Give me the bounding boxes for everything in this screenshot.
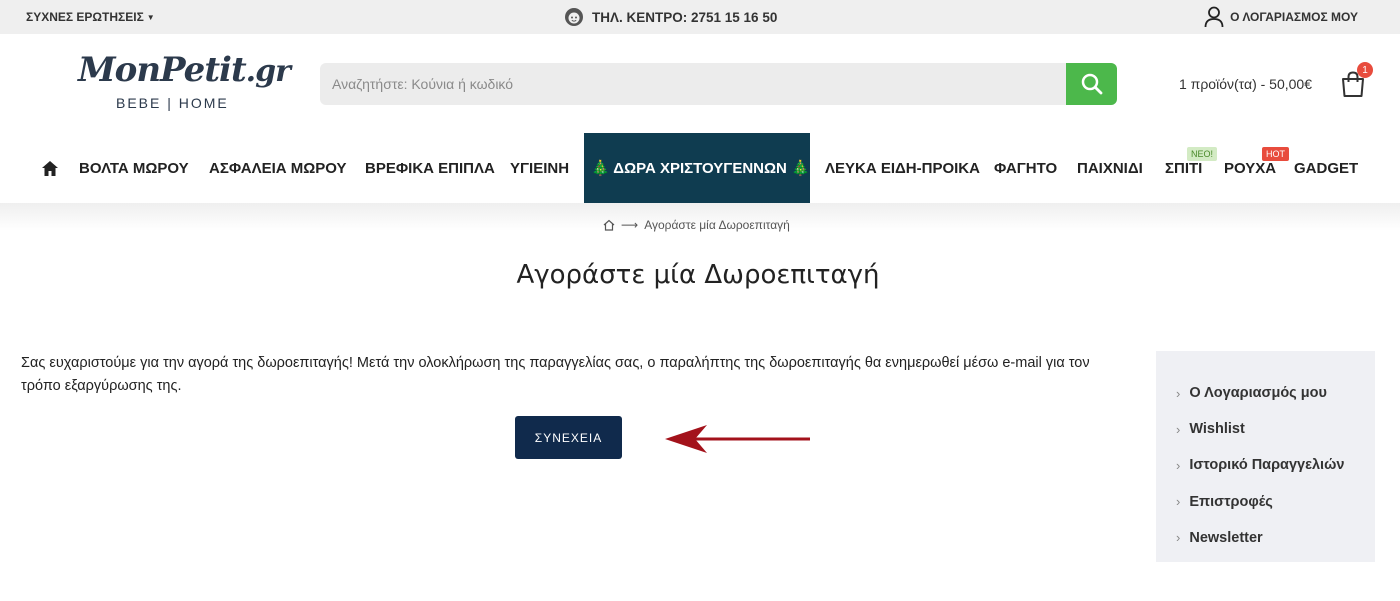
nav-item-linens[interactable]: ΛΕΥΚΑ ΕΙΔΗ-ΠΡΟΙΚΑ — [825, 133, 980, 203]
logo-wordmark: MonPetit.gr — [78, 50, 291, 90]
sidebar-item-label: Ο Λογαριασμός μου — [1189, 385, 1327, 402]
home-icon[interactable] — [603, 219, 615, 231]
phone-info: ΤΗΛ. ΚΕΝΤΡΟ: 2751 15 16 50 — [564, 7, 777, 27]
search-bar — [320, 63, 1117, 105]
nav-item-food[interactable]: ΦΑΓΗΤΟ — [994, 133, 1057, 203]
search-button[interactable] — [1066, 63, 1117, 105]
chevron-right-icon: › — [1176, 530, 1181, 546]
home-icon[interactable] — [41, 160, 59, 177]
nav-item-christmas-gifts[interactable]: 🎄 ΔΩΡΑ ΧΡΙΣΤΟΥΓΕΝΝΩΝ 🎄 — [584, 133, 810, 203]
breadcrumb-arrow-icon: ⟶ — [621, 218, 639, 232]
support-agent-icon — [565, 8, 583, 26]
sidebar-item-order-history[interactable]: › Ιστορικό Παραγγελιών — [1156, 447, 1375, 483]
breadcrumb: ⟶ Αγοράστε μία Δωροεπιταγή — [603, 218, 790, 232]
thank-you-message: Σας ευχαριστούμε για την αγορά της δωροε… — [21, 355, 1090, 394]
sidebar-item-label: Newsletter — [1189, 529, 1263, 546]
cart-count-badge: 1 — [1357, 62, 1373, 78]
nav-item-baby-safety[interactable]: ΑΣΦΑΛΕΙΑ ΜΩΡΟΥ — [209, 133, 347, 203]
sidebar-item-label: Επιστροφές — [1189, 493, 1273, 510]
chevron-right-icon: › — [1176, 421, 1181, 437]
account-label: Ο ΛΟΓΑΡΙΑΣΜΟΣ ΜΟΥ — [1230, 10, 1358, 24]
faq-dropdown[interactable]: ΣΥΧΝΕΣ ΕΡΩΤΗΣΕΙΣ ▼ — [26, 10, 155, 24]
nav-item-toys[interactable]: ΠΑΙΧΝΙΔΙ — [1077, 133, 1143, 203]
hot-badge: HOT — [1262, 147, 1289, 161]
search-icon — [1081, 73, 1102, 95]
sidebar-item-my-account[interactable]: › Ο Λογαριασμός μου — [1156, 375, 1375, 411]
chevron-right-icon: › — [1176, 385, 1181, 401]
annotation-arrow-icon — [665, 425, 810, 453]
nav-item-baby-furniture[interactable]: ΒΡΕΦΙΚΑ ΕΠΙΠΛΑ — [365, 133, 495, 203]
chevron-right-icon: › — [1176, 457, 1181, 473]
phone-label: ΤΗΛ. ΚΕΝΤΡΟ: 2751 15 16 50 — [592, 9, 778, 25]
nav-item-home[interactable]: ΣΠΙΤΙ — [1165, 133, 1202, 203]
nav-item-stroller[interactable]: ΒΟΛΤΑ ΜΩΡΟΥ — [79, 133, 189, 203]
sidebar-item-newsletter[interactable]: › Newsletter — [1156, 520, 1375, 556]
sidebar-item-returns[interactable]: › Επιστροφές — [1156, 484, 1375, 520]
account-sidebar: › Ο Λογαριασμός μου › Wishlist › Ιστορικ… — [1156, 351, 1375, 562]
search-input[interactable] — [320, 63, 1066, 105]
breadcrumb-current: Αγοράστε μία Δωροεπιταγή — [644, 218, 790, 232]
nav-item-gadget[interactable]: GADGET — [1294, 133, 1358, 203]
cart-summary[interactable]: 1 προϊόν(τα) - 50,00€ — [1179, 76, 1312, 92]
sidebar-item-wishlist[interactable]: › Wishlist — [1156, 411, 1375, 447]
continue-button[interactable]: ΣΥΝΕΧΕΙΑ — [515, 416, 622, 459]
new-badge: ΝΕΟ! — [1187, 147, 1218, 161]
chevron-right-icon: › — [1176, 494, 1181, 510]
sidebar-item-label: Ιστορικό Παραγγελιών — [1189, 457, 1345, 474]
user-icon — [1204, 6, 1224, 28]
logo-tagline: BEBE | HOME — [116, 95, 229, 111]
account-link[interactable]: Ο ΛΟΓΑΡΙΑΣΜΟΣ ΜΟΥ — [1204, 6, 1358, 28]
faq-label: ΣΥΧΝΕΣ ΕΡΩΤΗΣΕΙΣ — [26, 10, 144, 24]
sidebar-item-label: Wishlist — [1189, 421, 1245, 438]
page-title: Αγοράστε μία Δωροεπιταγή — [516, 260, 880, 290]
site-logo[interactable]: MonPetit.gr BEBE | HOME — [78, 50, 291, 116]
caret-down-icon: ▼ — [146, 13, 155, 22]
top-bar: ΣΥΧΝΕΣ ΕΡΩΤΗΣΕΙΣ ▼ ΤΗΛ. ΚΕΝΤΡΟ: 2751 15 … — [0, 0, 1400, 34]
nav-item-hygiene[interactable]: ΥΓΙΕΙΝΗ — [510, 133, 569, 203]
main-nav: ΒΟΛΤΑ ΜΩΡΟΥ ΑΣΦΑΛΕΙΑ ΜΩΡΟΥ ΒΡΕΦΙΚΑ ΕΠΙΠΛ… — [0, 133, 1400, 203]
nav-item-clothes[interactable]: ΡΟΥΧΑ — [1224, 133, 1276, 203]
